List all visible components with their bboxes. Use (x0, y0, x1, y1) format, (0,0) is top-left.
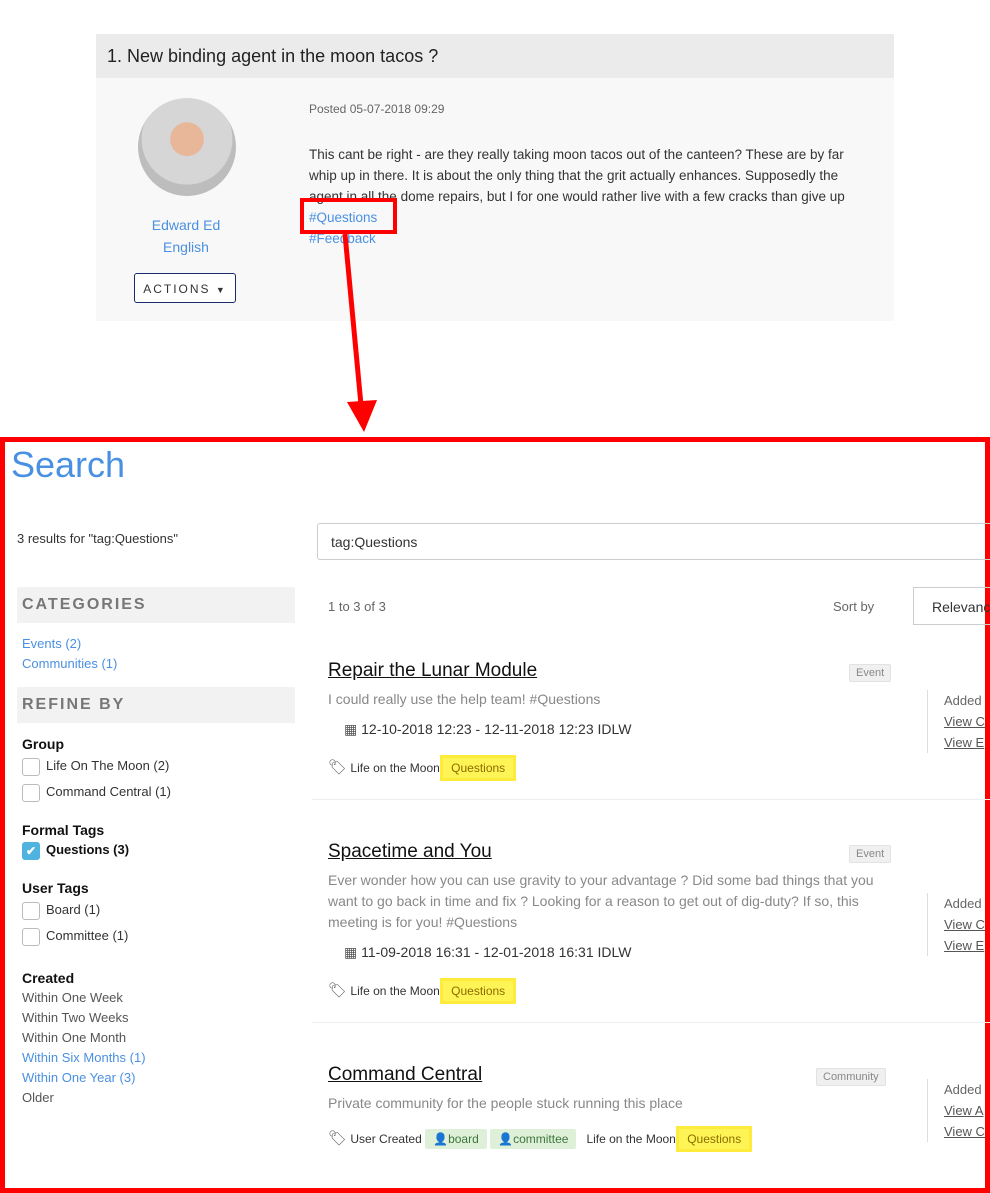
result-dates: ▦ 12-10-2018 12:23 - 12-11-2018 12:23 ID… (344, 721, 631, 738)
result-tags: 🏷 Life on the Moon Questions (328, 755, 517, 781)
result-title[interactable]: Spacetime and You (328, 841, 492, 863)
tags-icon: 🏷 (328, 1130, 348, 1147)
type-badge: Community (816, 1068, 886, 1086)
filter-user-tag[interactable]: Board (1) (22, 900, 290, 920)
filter-label: Committee (1) (46, 928, 129, 943)
created-older[interactable]: Older (22, 1088, 290, 1108)
category-events[interactable]: Events (2) (22, 634, 290, 654)
view-link[interactable]: View A (944, 1103, 984, 1118)
result-dates: ▦ 11-09-2018 16:31 - 12-01-2018 16:31 ID… (344, 944, 631, 961)
view-link[interactable]: View C (944, 917, 985, 932)
group-heading: Group (22, 736, 64, 752)
results-range: 1 to 3 of 3 (328, 599, 386, 614)
calendar-icon: ▦ (344, 944, 358, 960)
divider (312, 799, 990, 800)
user-icon: 👤 (433, 1132, 449, 1146)
user-icon: 👤 (498, 1132, 514, 1146)
filter-label: Command Central (1) (46, 784, 171, 799)
result-description: Private community for the people stuck r… (328, 1095, 683, 1111)
refine-heading: REFINE BY (17, 687, 295, 723)
created-month[interactable]: Within One Month (22, 1028, 290, 1048)
group-tag[interactable]: Life on the Moon (350, 761, 439, 775)
view-link[interactable]: View E (944, 735, 984, 750)
results-summary: 3 results for "tag:Questions" (17, 531, 178, 546)
questions-tag[interactable]: Questions (440, 978, 517, 1004)
result-title[interactable]: Repair the Lunar Module (328, 660, 537, 682)
search-input[interactable]: tag:Questions (317, 523, 990, 560)
filter-label: Life On The Moon (2) (46, 758, 170, 773)
group-tag[interactable]: Life on the Moon (586, 1132, 675, 1146)
dates-text: 12-10-2018 12:23 - 12-11-2018 12:23 IDLW (361, 721, 632, 737)
user-tag-committee[interactable]: 👤committee (490, 1129, 577, 1149)
category-communities[interactable]: Communities (1) (22, 654, 290, 674)
filter-user-tag[interactable]: Committee (1) (22, 926, 290, 946)
view-link[interactable]: View C (944, 714, 985, 729)
questions-tag[interactable]: Questions (440, 755, 517, 781)
checkbox[interactable] (22, 927, 40, 946)
created-year[interactable]: Within One Year (3) (22, 1068, 290, 1088)
user-tag-board[interactable]: 👤board (425, 1129, 487, 1149)
checkbox[interactable] (22, 757, 40, 776)
calendar-icon: ▦ (344, 721, 358, 737)
result-side: Added View C View E (927, 893, 990, 956)
type-badge: Event (849, 664, 892, 682)
result-tags: 🏷 Life on the Moon Questions (328, 978, 517, 1004)
result-title[interactable]: Command Central (328, 1064, 482, 1086)
formal-tags-heading: Formal Tags (22, 822, 105, 838)
filter-group[interactable]: Life On The Moon (2) (22, 756, 290, 776)
result-description: I could really use the help team! #Quest… (328, 691, 601, 707)
categories-heading: CATEGORIES (17, 587, 295, 623)
divider (312, 1022, 990, 1023)
added-text: Added (944, 1082, 982, 1097)
search-title: Search (11, 444, 126, 485)
created-week[interactable]: Within One Week (22, 988, 290, 1008)
filter-formal-tag[interactable]: ✔ Questions (3) (22, 840, 290, 860)
created-heading: Created (22, 970, 75, 986)
created-six-months[interactable]: Within Six Months (1) (22, 1048, 290, 1068)
filter-label: Board (1) (46, 902, 101, 917)
sidebar: CATEGORIES Events (2) Communities (1) RE… (17, 587, 295, 1108)
filter-group[interactable]: Command Central (1) (22, 782, 290, 802)
user-tag-label: committee (513, 1132, 569, 1146)
questions-tag[interactable]: Questions (676, 1126, 753, 1152)
view-link[interactable]: View E (944, 938, 984, 953)
result-side: Added View A View C (927, 1079, 990, 1142)
sort-label: Sort by (833, 599, 875, 614)
result-description: Ever wonder how you can use gravity to y… (328, 872, 874, 930)
checkbox[interactable] (22, 783, 40, 802)
tags-icon: 🏷 (328, 982, 348, 999)
type-badge: Event (849, 845, 892, 863)
view-link[interactable]: View C (944, 1124, 985, 1139)
checkbox-checked-icon[interactable]: ✔ (22, 841, 40, 860)
group-tag[interactable]: Life on the Moon (350, 984, 439, 998)
added-text: Added (944, 896, 982, 911)
sort-select[interactable]: Relevance (913, 587, 990, 625)
tags-icon: 🏷 (328, 759, 348, 776)
checkbox[interactable] (22, 901, 40, 920)
user-tags-heading: User Tags (22, 880, 89, 896)
user-tag-label: board (448, 1132, 479, 1146)
user-created-label: User Created (350, 1132, 422, 1146)
arrow-icon (342, 233, 377, 432)
filter-label: Questions (3) (46, 842, 130, 857)
created-two-weeks[interactable]: Within Two Weeks (22, 1008, 290, 1028)
result-tags: 🏷 User Created 👤board 👤committee Life on… (328, 1126, 753, 1152)
added-text: Added (944, 693, 982, 708)
dates-text: 11-09-2018 16:31 - 12-01-2018 16:31 IDLW (361, 944, 632, 960)
result-side: Added View C View E (927, 690, 990, 753)
